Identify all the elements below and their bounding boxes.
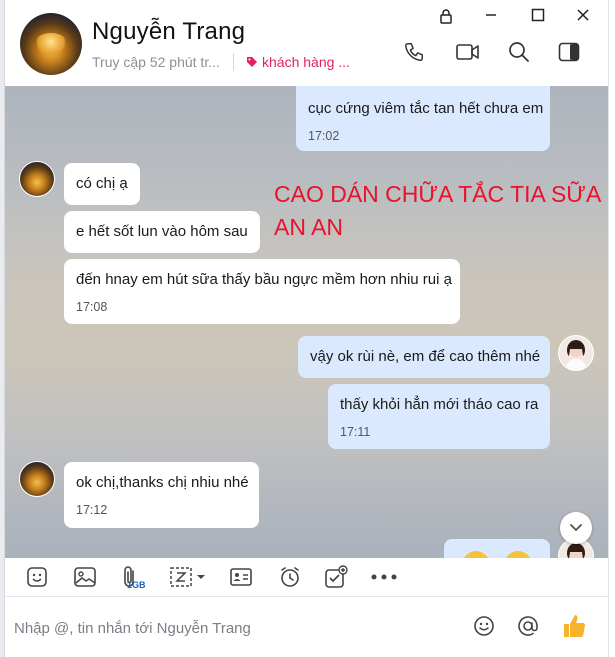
- quick-like-button[interactable]: [559, 611, 589, 641]
- message-bubble-outgoing[interactable]: vậy ok rùi nè, em để cao thêm nhé: [298, 336, 550, 378]
- message-list[interactable]: CAO DÁN CHỮA TẮC TIA SỮA AN AN cục cứng …: [4, 86, 609, 558]
- my-avatar[interactable]: [558, 335, 594, 371]
- send-contact-card-button[interactable]: [227, 564, 255, 590]
- message-bubble-incoming[interactable]: ok chị,thanks chị nhiu nhé 17:12: [64, 462, 259, 528]
- pin-window-button[interactable]: [439, 8, 461, 26]
- tag-icon: [246, 56, 258, 68]
- search-button[interactable]: [505, 38, 533, 66]
- message-text: cục cứng viêm tắc tan hết chưa em: [308, 100, 544, 117]
- message-bubble-incoming[interactable]: e hết sốt lun vào hôm sau: [64, 211, 260, 253]
- more-options-button[interactable]: [370, 564, 398, 590]
- mention-button[interactable]: [513, 611, 543, 641]
- reminder-button[interactable]: [276, 564, 304, 590]
- send-image-button[interactable]: [71, 564, 99, 590]
- header-divider: [233, 53, 234, 71]
- toggle-info-panel-button[interactable]: [555, 38, 583, 66]
- lock-icon: [440, 9, 452, 24]
- message-input[interactable]: [12, 613, 456, 643]
- sticker-button[interactable]: [23, 564, 51, 590]
- contact-card-icon: [230, 568, 252, 586]
- thumbs-up-icon: [564, 615, 586, 637]
- message-bubble-incoming[interactable]: có chị ạ: [64, 163, 140, 205]
- minimize-button[interactable]: [484, 8, 506, 26]
- more-icon: [371, 574, 397, 580]
- phone-icon: [405, 43, 423, 61]
- screenshot-icon: [170, 567, 205, 587]
- composer-toolbar: [4, 558, 609, 597]
- chevron-down-icon: [570, 524, 582, 532]
- message-time: 17:08: [76, 300, 108, 314]
- contact-avatar-small[interactable]: [19, 461, 55, 497]
- message-bubble-incoming[interactable]: đến hnay em hút sữa thấy bầu ngực mềm hơ…: [64, 259, 460, 324]
- chat-window: Nguyễn Trang Truy cập 52 phút tr... khác…: [0, 0, 615, 657]
- search-icon: [509, 42, 529, 62]
- message-text: ok chị,thanks chị nhiu nhé: [76, 474, 249, 491]
- message-bubble-outgoing[interactable]: cục cứng viêm tắc tan hết chưa em 17:02: [296, 86, 550, 151]
- chat-header: Nguyễn Trang Truy cập 52 phút tr... khác…: [4, 0, 609, 87]
- task-icon: [325, 565, 348, 588]
- create-task-button[interactable]: [322, 564, 350, 590]
- file-size-limit-badge: 1GB: [127, 580, 146, 590]
- customer-tag-label: khách hàng ...: [262, 54, 350, 70]
- message-text: thấy khỏi hẳn mới tháo cao ra: [340, 396, 539, 413]
- overlay-caption: CAO DÁN CHỮA TẮC TIA SỮA AN AN: [274, 178, 601, 244]
- emoji-icon: [474, 616, 494, 636]
- contact-status: Truy cập 52 phút tr...: [92, 54, 220, 70]
- contact-name[interactable]: Nguyễn Trang: [92, 18, 245, 46]
- maximize-button[interactable]: [531, 8, 553, 26]
- message-time: 17:11: [340, 425, 371, 439]
- message-text: e hết sốt lun vào hôm sau: [76, 223, 248, 240]
- message-bubble-outgoing[interactable]: thấy khỏi hẳn mới tháo cao ra 17:11: [328, 384, 550, 449]
- close-button[interactable]: [576, 8, 598, 26]
- emoji-button[interactable]: [469, 611, 499, 641]
- window-right-edge: [608, 0, 615, 657]
- message-bubble-outgoing-partial[interactable]: [444, 539, 550, 558]
- message-text: vậy ok rùi nè, em để cao thêm nhé: [310, 348, 541, 365]
- sidebar-toggle-icon: [558, 42, 580, 62]
- message-text: đến hnay em hút sữa thấy bầu ngực mềm hơ…: [76, 271, 452, 288]
- message-time: 17:02: [308, 129, 340, 143]
- scroll-to-bottom-button[interactable]: [560, 512, 592, 544]
- video-icon: [456, 44, 479, 60]
- image-icon: [74, 567, 96, 587]
- overlay-line-1: CAO DÁN CHỮA TẮC TIA SỮA: [274, 181, 602, 207]
- message-time: 17:12: [76, 503, 108, 517]
- reminder-icon: [281, 567, 299, 587]
- message-text: có chị ạ: [76, 175, 128, 192]
- at-sign-icon: [518, 616, 538, 636]
- emoji-icon: [462, 551, 490, 558]
- window-left-edge: [0, 0, 5, 657]
- maximize-icon: [531, 8, 545, 22]
- contact-avatar[interactable]: [20, 13, 82, 75]
- screenshot-button[interactable]: [168, 564, 208, 590]
- overlay-line-2: AN AN: [274, 214, 344, 240]
- sticker-icon: [27, 567, 47, 587]
- contact-avatar-small[interactable]: [19, 161, 55, 197]
- voice-call-button[interactable]: [400, 38, 428, 66]
- customer-tag[interactable]: khách hàng ...: [246, 54, 350, 70]
- emoji-icon: [504, 551, 532, 558]
- close-icon: [577, 9, 589, 21]
- minimize-icon: [486, 14, 496, 16]
- composer: [4, 597, 609, 657]
- video-call-button[interactable]: [454, 38, 482, 66]
